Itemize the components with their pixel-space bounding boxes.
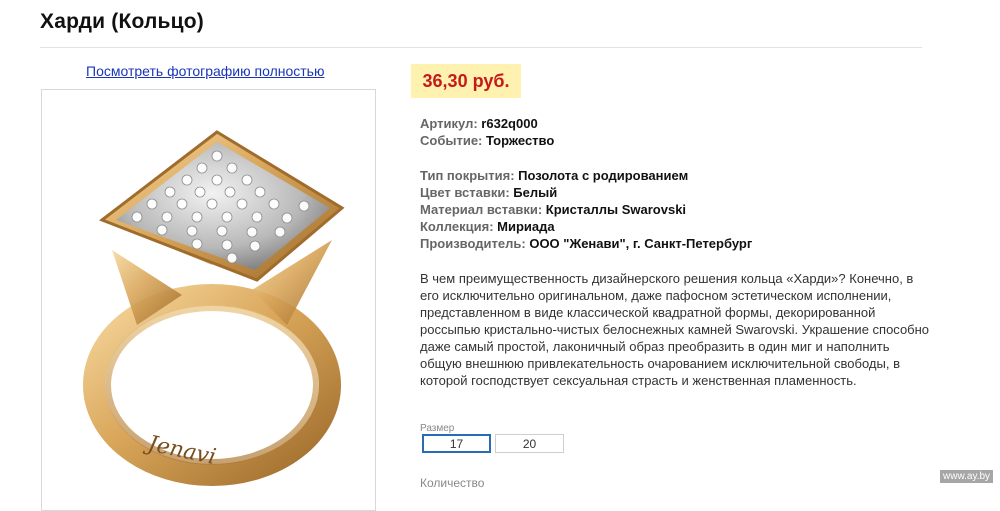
price-badge: 36,30 руб. (411, 64, 521, 98)
size-label: Размер (420, 423, 455, 434)
view-full-photo-link[interactable]: Посмотреть фотографию полностью (86, 63, 324, 79)
product-description: В чем преимущественность дизайнерского р… (420, 271, 930, 388)
ring-image: Jenavi (83, 130, 345, 486)
spec-insert-material: Материал вставки: Кристаллы Swarovski (420, 202, 687, 217)
spec-collection: Коллекция: Мириада (420, 219, 555, 234)
spec-article: Артикул: r632q000 (420, 116, 538, 131)
size-option-17[interactable]: 17 (422, 434, 491, 453)
title-divider (40, 47, 922, 48)
product-photo[interactable]: Jenavi (41, 89, 376, 511)
specs-details: Тип покрытия: Позолота с родированием Цв… (420, 167, 752, 252)
specs-basic: Артикул: r632q000 Событие: Торжество (420, 115, 554, 149)
site-watermark: www.ay.by (940, 470, 994, 483)
spec-event: Событие: Торжество (420, 133, 555, 148)
size-option-20[interactable]: 20 (495, 434, 564, 453)
spec-manufacturer: Производитель: ООО "Женави", г. Санкт-Пе… (420, 236, 753, 251)
spec-insert-color: Цвет вставки: Белый (420, 185, 558, 200)
spec-coating: Тип покрытия: Позолота с родированием (420, 168, 689, 183)
page-title: Харди (Кольцо) (40, 10, 204, 33)
